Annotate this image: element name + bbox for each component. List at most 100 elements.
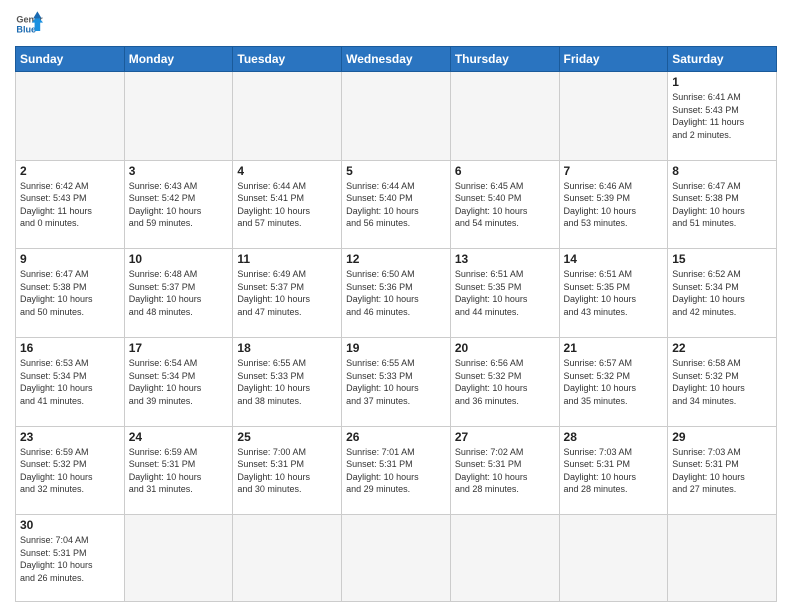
calendar-cell xyxy=(450,72,559,161)
calendar-cell: 21 Sunrise: 6:57 AM Sunset: 5:32 PM Dayli… xyxy=(559,337,668,426)
day-number: 3 xyxy=(129,164,229,178)
calendar-cell: 5 Sunrise: 6:44 AM Sunset: 5:40 PM Daylig… xyxy=(342,160,451,249)
day-number: 16 xyxy=(20,341,120,355)
calendar-cell: 9 Sunrise: 6:47 AM Sunset: 5:38 PM Daylig… xyxy=(16,249,125,338)
day-number: 10 xyxy=(129,252,229,266)
day-info: Sunrise: 6:51 AM Sunset: 5:35 PM Dayligh… xyxy=(455,268,555,318)
calendar-cell xyxy=(559,72,668,161)
day-info: Sunrise: 6:43 AM Sunset: 5:42 PM Dayligh… xyxy=(129,180,229,230)
day-info: Sunrise: 6:42 AM Sunset: 5:43 PM Dayligh… xyxy=(20,180,120,230)
day-info: Sunrise: 7:03 AM Sunset: 5:31 PM Dayligh… xyxy=(564,446,664,496)
page: General Blue SundayMondayTuesdayWednesda… xyxy=(0,0,792,612)
calendar-cell: 2 Sunrise: 6:42 AM Sunset: 5:43 PM Daylig… xyxy=(16,160,125,249)
day-info: Sunrise: 6:59 AM Sunset: 5:32 PM Dayligh… xyxy=(20,446,120,496)
calendar-cell: 20 Sunrise: 6:56 AM Sunset: 5:32 PM Dayli… xyxy=(450,337,559,426)
day-info: Sunrise: 6:58 AM Sunset: 5:32 PM Dayligh… xyxy=(672,357,772,407)
day-info: Sunrise: 6:53 AM Sunset: 5:34 PM Dayligh… xyxy=(20,357,120,407)
day-number: 27 xyxy=(455,430,555,444)
calendar-cell xyxy=(233,72,342,161)
day-info: Sunrise: 7:00 AM Sunset: 5:31 PM Dayligh… xyxy=(237,446,337,496)
calendar-cell: 19Sunrise: 6:55 AM Sunset: 5:33 PM Dayli… xyxy=(342,337,451,426)
day-info: Sunrise: 6:47 AM Sunset: 5:38 PM Dayligh… xyxy=(20,268,120,318)
weekday-header-saturday: Saturday xyxy=(668,47,777,72)
day-info: Sunrise: 6:41 AM Sunset: 5:43 PM Dayligh… xyxy=(672,91,772,141)
header: General Blue xyxy=(15,10,777,38)
day-info: Sunrise: 6:59 AM Sunset: 5:31 PM Dayligh… xyxy=(129,446,229,496)
day-info: Sunrise: 7:03 AM Sunset: 5:31 PM Dayligh… xyxy=(672,446,772,496)
day-info: Sunrise: 6:56 AM Sunset: 5:32 PM Dayligh… xyxy=(455,357,555,407)
calendar-cell: 10 Sunrise: 6:48 AM Sunset: 5:37 PM Dayli… xyxy=(124,249,233,338)
day-info: Sunrise: 7:01 AM Sunset: 5:31 PM Dayligh… xyxy=(346,446,446,496)
day-info: Sunrise: 6:48 AM Sunset: 5:37 PM Dayligh… xyxy=(129,268,229,318)
calendar-cell: 16 Sunrise: 6:53 AM Sunset: 5:34 PM Dayli… xyxy=(16,337,125,426)
day-number: 21 xyxy=(564,341,664,355)
weekday-header-friday: Friday xyxy=(559,47,668,72)
calendar-cell: 22Sunrise: 6:58 AM Sunset: 5:32 PM Dayli… xyxy=(668,337,777,426)
calendar-cell xyxy=(342,72,451,161)
day-info: Sunrise: 6:57 AM Sunset: 5:32 PM Dayligh… xyxy=(564,357,664,407)
weekday-header-monday: Monday xyxy=(124,47,233,72)
calendar-cell xyxy=(233,515,342,602)
calendar-cell: 14 Sunrise: 6:51 AM Sunset: 5:35 PM Dayli… xyxy=(559,249,668,338)
calendar-cell xyxy=(342,515,451,602)
day-number: 29 xyxy=(672,430,772,444)
day-info: Sunrise: 7:04 AM Sunset: 5:31 PM Dayligh… xyxy=(20,534,120,584)
calendar-cell: 4 Sunrise: 6:44 AM Sunset: 5:41 PM Daylig… xyxy=(233,160,342,249)
day-info: Sunrise: 6:44 AM Sunset: 5:41 PM Dayligh… xyxy=(237,180,337,230)
calendar-cell: 28 Sunrise: 7:03 AM Sunset: 5:31 PM Dayli… xyxy=(559,426,668,515)
calendar-cell xyxy=(668,515,777,602)
day-info: Sunrise: 6:47 AM Sunset: 5:38 PM Dayligh… xyxy=(672,180,772,230)
calendar-cell: 13 Sunrise: 6:51 AM Sunset: 5:35 PM Dayli… xyxy=(450,249,559,338)
day-number: 17 xyxy=(129,341,229,355)
day-number: 15 xyxy=(672,252,772,266)
day-info: Sunrise: 7:02 AM Sunset: 5:31 PM Dayligh… xyxy=(455,446,555,496)
day-number: 25 xyxy=(237,430,337,444)
calendar-cell: 11Sunrise: 6:49 AM Sunset: 5:37 PM Dayli… xyxy=(233,249,342,338)
day-number: 20 xyxy=(455,341,555,355)
weekday-header-tuesday: Tuesday xyxy=(233,47,342,72)
calendar-cell: 26 Sunrise: 7:01 AM Sunset: 5:31 PM Dayli… xyxy=(342,426,451,515)
day-number: 9 xyxy=(20,252,120,266)
calendar-cell xyxy=(559,515,668,602)
calendar-table: SundayMondayTuesdayWednesdayThursdayFrid… xyxy=(15,46,777,602)
weekday-header-row: SundayMondayTuesdayWednesdayThursdayFrid… xyxy=(16,47,777,72)
day-info: Sunrise: 6:45 AM Sunset: 5:40 PM Dayligh… xyxy=(455,180,555,230)
calendar-cell: 18 Sunrise: 6:55 AM Sunset: 5:33 PM Dayli… xyxy=(233,337,342,426)
day-number: 13 xyxy=(455,252,555,266)
weekday-header-sunday: Sunday xyxy=(16,47,125,72)
day-number: 12 xyxy=(346,252,446,266)
calendar-cell: 27 Sunrise: 7:02 AM Sunset: 5:31 PM Dayli… xyxy=(450,426,559,515)
calendar-cell: 17 Sunrise: 6:54 AM Sunset: 5:34 PM Dayli… xyxy=(124,337,233,426)
day-info: Sunrise: 6:44 AM Sunset: 5:40 PM Dayligh… xyxy=(346,180,446,230)
calendar-cell: 3 Sunrise: 6:43 AM Sunset: 5:42 PM Daylig… xyxy=(124,160,233,249)
svg-text:Blue: Blue xyxy=(16,24,36,34)
day-number: 28 xyxy=(564,430,664,444)
day-info: Sunrise: 6:54 AM Sunset: 5:34 PM Dayligh… xyxy=(129,357,229,407)
logo: General Blue xyxy=(15,10,43,38)
day-number: 5 xyxy=(346,164,446,178)
day-number: 7 xyxy=(564,164,664,178)
calendar-cell: 30Sunrise: 7:04 AM Sunset: 5:31 PM Dayli… xyxy=(16,515,125,602)
day-number: 19 xyxy=(346,341,446,355)
calendar-cell: 7 Sunrise: 6:46 AM Sunset: 5:39 PM Daylig… xyxy=(559,160,668,249)
calendar-cell: 15 Sunrise: 6:52 AM Sunset: 5:34 PM Dayli… xyxy=(668,249,777,338)
day-number: 26 xyxy=(346,430,446,444)
weekday-header-thursday: Thursday xyxy=(450,47,559,72)
day-number: 23 xyxy=(20,430,120,444)
generalblue-logo-icon: General Blue xyxy=(15,10,43,38)
calendar-cell: 24Sunrise: 6:59 AM Sunset: 5:31 PM Dayli… xyxy=(124,426,233,515)
day-info: Sunrise: 6:55 AM Sunset: 5:33 PM Dayligh… xyxy=(237,357,337,407)
day-number: 2 xyxy=(20,164,120,178)
day-number: 4 xyxy=(237,164,337,178)
weekday-header-wednesday: Wednesday xyxy=(342,47,451,72)
day-number: 14 xyxy=(564,252,664,266)
day-info: Sunrise: 6:46 AM Sunset: 5:39 PM Dayligh… xyxy=(564,180,664,230)
calendar-cell: 8 Sunrise: 6:47 AM Sunset: 5:38 PM Daylig… xyxy=(668,160,777,249)
day-info: Sunrise: 6:51 AM Sunset: 5:35 PM Dayligh… xyxy=(564,268,664,318)
day-number: 8 xyxy=(672,164,772,178)
day-number: 1 xyxy=(672,75,772,89)
day-info: Sunrise: 6:52 AM Sunset: 5:34 PM Dayligh… xyxy=(672,268,772,318)
day-number: 6 xyxy=(455,164,555,178)
day-number: 18 xyxy=(237,341,337,355)
calendar-cell: 12Sunrise: 6:50 AM Sunset: 5:36 PM Dayli… xyxy=(342,249,451,338)
